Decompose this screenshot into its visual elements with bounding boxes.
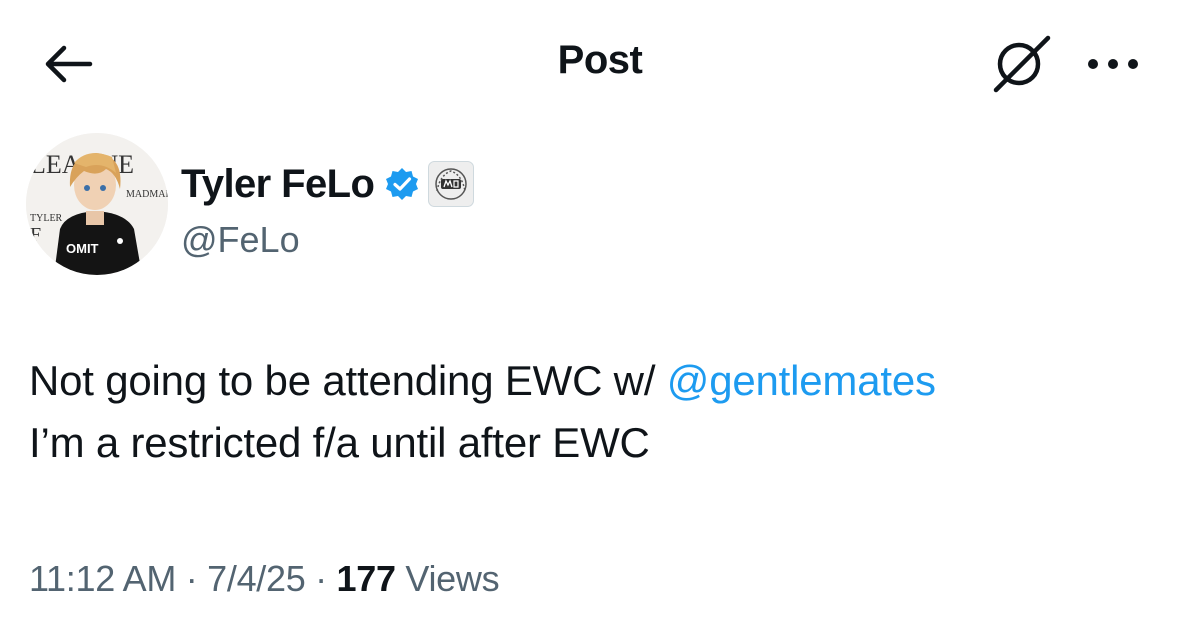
tweet-text: Not going to be attending EWC w/ @gentle…: [29, 350, 1179, 474]
display-name[interactable]: Tyler FeLo: [181, 162, 375, 207]
tweet-text-line1: Not going to be attending EWC w/: [29, 357, 667, 404]
more-button[interactable]: [1078, 36, 1148, 92]
grok-button[interactable]: [985, 30, 1057, 96]
tweet-text-line2: I’m a restricted f/a until after EWC: [29, 419, 650, 466]
tweet-date[interactable]: 7/4/25: [207, 558, 306, 599]
mention-link[interactable]: @gentlemates: [667, 357, 936, 404]
avatar-side-text: TYLER: [30, 213, 63, 224]
arrow-left-icon: [45, 45, 93, 83]
avatar-image: LEAGUE TYLER F MADMAR OMIT: [26, 133, 168, 275]
views-count[interactable]: 177: [337, 558, 396, 599]
user-handle[interactable]: @FeLo: [181, 219, 300, 261]
avatar[interactable]: LEAGUE TYLER F MADMAR OMIT: [26, 133, 168, 275]
verified-badge-icon[interactable]: [384, 166, 420, 202]
more-horizontal-icon: [1088, 59, 1138, 69]
avatar-letter-text: F: [30, 224, 41, 246]
team-affiliation-badge[interactable]: [428, 161, 475, 207]
display-name-row: Tyler FeLo: [181, 159, 475, 209]
grok-icon: [993, 35, 1051, 93]
tweet-meta: 11:12 AM · 7/4/25 · 177 Views: [29, 558, 500, 600]
avatar-sign-text: MADMAR: [126, 189, 168, 200]
back-button[interactable]: [38, 36, 98, 92]
meta-separator-2: ·: [305, 558, 337, 599]
meta-separator: ·: [176, 558, 208, 599]
tweet-time[interactable]: 11:12 AM: [29, 558, 176, 599]
top-bar: Post: [0, 0, 1200, 125]
avatar-jacket-text: OMIT: [66, 241, 99, 256]
author-block: LEAGUE TYLER F MADMAR OMIT Tyler FeLo: [26, 133, 726, 278]
views-label[interactable]: Views: [396, 558, 499, 599]
